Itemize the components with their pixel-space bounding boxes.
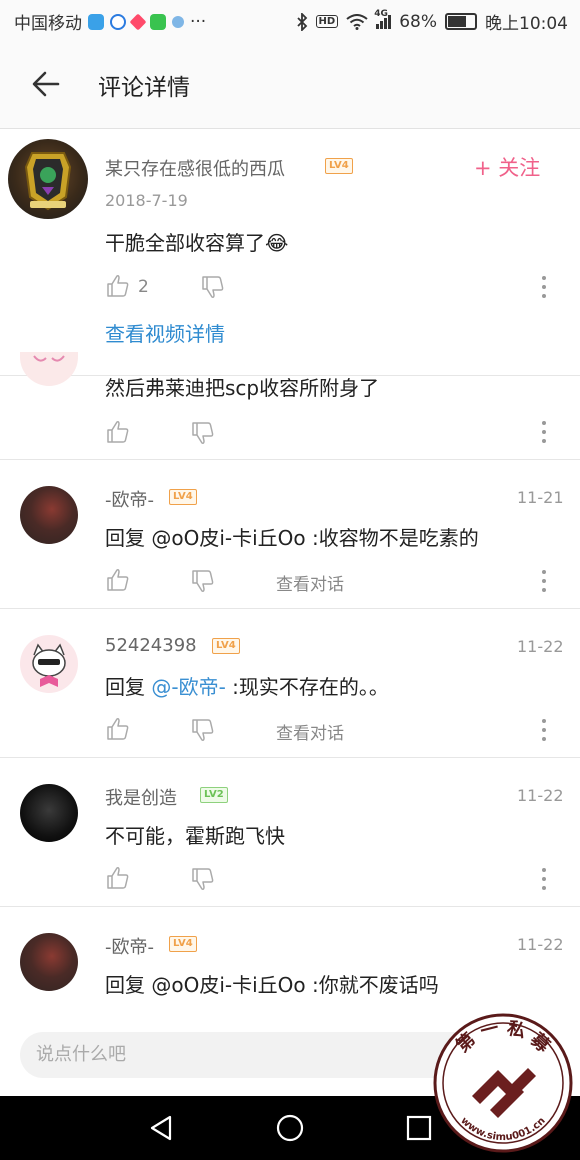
- laughing-emoji-icon: 😂: [265, 231, 289, 255]
- watermark-stamp: 第 一 私 募 www.simu001.cn: [433, 1013, 573, 1153]
- reply-date: 11-21: [517, 488, 564, 507]
- thumbs-down-icon[interactable]: [191, 718, 215, 742]
- battery-percent: 68%: [399, 11, 437, 32]
- hd-icon: HD: [315, 15, 339, 28]
- clock: 晚上10:04: [485, 14, 568, 34]
- more-options-icon[interactable]: [541, 276, 547, 298]
- nav-home-icon[interactable]: [276, 1114, 304, 1142]
- level-badge: LV4: [169, 489, 197, 505]
- thumbs-down-icon[interactable]: [201, 275, 225, 299]
- reply-text: 回复 @-欧帝- :现实不存在的。。: [105, 675, 389, 699]
- thumbs-up-icon[interactable]: [106, 274, 130, 298]
- carrier-label: 中国移动: [14, 14, 82, 34]
- status-bar: 中国移动 ··· HD 4G 68% 晚上10:04: [0, 0, 580, 40]
- thumbs-up-icon[interactable]: [106, 568, 130, 592]
- avatar[interactable]: [20, 635, 78, 693]
- thumbs-down-icon[interactable]: [191, 867, 215, 891]
- app-notification-icon: [88, 13, 104, 30]
- reply-item: 我是创造 LV2 11-22 不可能，霍斯跑飞快: [0, 758, 580, 907]
- back-arrow-icon[interactable]: [28, 66, 64, 102]
- avatar[interactable]: [20, 784, 78, 842]
- avatar[interactable]: [8, 139, 88, 219]
- like-count: 2: [138, 277, 149, 297]
- nav-recents-icon[interactable]: [406, 1115, 432, 1141]
- level-badge: LV2: [200, 787, 228, 803]
- comment-date: 2018-7-19: [105, 191, 188, 210]
- page-title: 评论详情: [98, 75, 190, 101]
- avatar[interactable]: [20, 486, 78, 544]
- battery-icon: [445, 13, 477, 30]
- bluetooth-icon: [296, 12, 307, 31]
- thumbs-up-icon[interactable]: [106, 420, 130, 444]
- reply-item: -欧帝- LV4 11-22 回复 @oO皮i-卡i丘Oo :你就不废话吗: [0, 907, 580, 1015]
- app-notification-icon: [129, 13, 147, 30]
- level-badge: LV4: [325, 158, 353, 174]
- more-options-icon[interactable]: [541, 421, 547, 443]
- reply-text: 回复 @oO皮i-卡i丘Oo :收容物不是吃素的: [105, 526, 479, 550]
- level-badge: LV4: [169, 936, 197, 952]
- reply-date: 11-22: [517, 786, 564, 805]
- username[interactable]: -欧帝-: [105, 933, 154, 959]
- reply-date: 11-22: [517, 637, 564, 656]
- reply-date: 11-22: [517, 935, 564, 954]
- more-notifications-icon: ···: [190, 11, 207, 32]
- level-badge: LV4: [212, 638, 240, 654]
- thumbs-down-icon[interactable]: [191, 569, 215, 593]
- view-video-details-link[interactable]: 查看视频详情: [105, 318, 225, 347]
- plus-icon: +: [474, 156, 492, 180]
- reply-text: 回复 @oO皮i-卡i丘Oo :你就不废话吗: [105, 973, 439, 997]
- more-options-icon[interactable]: [541, 570, 547, 592]
- view-conversation-link[interactable]: 查看对话: [276, 719, 344, 744]
- app-notification-icon: [172, 15, 184, 28]
- username[interactable]: 52424398: [105, 635, 197, 656]
- reply-item: 52424398 LV4 11-22 回复 @-欧帝- :现实不存在的。。 查看…: [0, 609, 580, 758]
- hufflepuff-crest-icon: [24, 152, 72, 211]
- signal-icon: 4G: [374, 9, 392, 29]
- thumbs-up-icon[interactable]: [106, 866, 130, 890]
- mention-link[interactable]: @-欧帝-: [151, 675, 225, 699]
- username[interactable]: 某只存在感很低的西瓜: [105, 155, 285, 181]
- nav-back-icon[interactable]: [148, 1114, 174, 1142]
- follow-label: 关注: [498, 156, 541, 180]
- app-bar: 评论详情: [0, 40, 580, 129]
- comment-text: 干脆全部收容算了😂: [105, 231, 289, 255]
- more-options-icon[interactable]: [541, 719, 547, 741]
- username[interactable]: 我是创造: [105, 784, 177, 810]
- app-notification-icon: [110, 13, 126, 30]
- more-options-icon[interactable]: [541, 868, 547, 890]
- reply-text: 然后弗莱迪把scp收容所附身了: [105, 376, 380, 400]
- view-conversation-link[interactable]: 查看对话: [276, 570, 344, 595]
- reply-item: -欧帝- LV4 11-21 回复 @oO皮i-卡i丘Oo :收容物不是吃素的 …: [0, 460, 580, 609]
- avatar[interactable]: [20, 933, 78, 991]
- thumbs-up-icon[interactable]: [106, 717, 130, 741]
- username[interactable]: -欧帝-: [105, 486, 154, 512]
- app-notification-icon: [150, 13, 166, 30]
- follow-button[interactable]: + 关注: [474, 152, 540, 182]
- avatar[interactable]: [20, 352, 78, 386]
- wifi-icon: [346, 13, 368, 30]
- reply-item: 然后弗莱迪把scp收容所附身了: [0, 352, 580, 460]
- comment-input[interactable]: 说点什么吧: [20, 1032, 500, 1078]
- thumbs-down-icon[interactable]: [191, 421, 215, 445]
- main-comment: 某只存在感很低的西瓜 LV4 + 关注 2018-7-19 干脆全部收容算了😂 …: [0, 129, 580, 376]
- reply-text: 不可能，霍斯跑飞快: [105, 824, 285, 848]
